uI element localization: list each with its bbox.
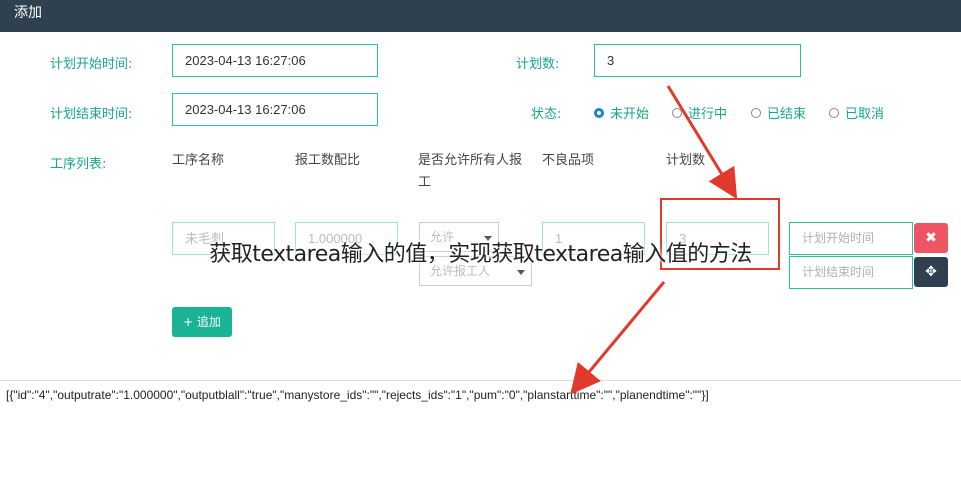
column-header-plan-count: 计划数 [666,153,706,168]
status-radio-cancelled[interactable]: 已取消 [829,103,884,122]
allow-all-select-value: 允许 [430,230,455,244]
status-radio-in-progress[interactable]: 进行中 [672,103,727,122]
ratio-input[interactable]: 1.000000 [295,222,398,255]
add-row-button[interactable]: + 追加 [172,307,232,337]
delete-row-button[interactable]: ✖ [914,223,948,253]
column-header-ratio: 报工数配比 [295,153,361,168]
plan-start-label: 计划开始时间: [50,57,133,72]
rejects-input[interactable]: 1 [542,222,645,255]
dialog-titlebar: 添加 [0,0,961,32]
plan-end-input[interactable]: 2023-04-13 16:27:06 [172,93,378,126]
result-textarea[interactable]: [{"id":"4","outputrate":"1.000000","outp… [0,380,961,491]
radio-unchecked-icon [672,107,682,118]
radio-unchecked-icon [829,107,839,118]
column-header-allow-all: 是否允许所有人报工 [418,153,523,190]
plan-count-input[interactable]: 3 [594,44,801,77]
plan-end-label: 计划结束时间: [50,107,133,122]
dialog-title: 添加 [14,5,42,21]
annotation-highlight-box [660,198,780,270]
allow-all-select[interactable]: 允许 [419,222,499,252]
move-icon: ✥ [925,264,937,280]
status-label: 状态: [531,107,562,122]
add-form [0,32,961,380]
status-option-label: 已取消 [845,107,885,122]
result-text: [{"id":"4","outputrate":"1.000000","outp… [6,388,709,402]
allowed-workers-select[interactable]: 允许报工人 [419,256,532,286]
radio-unchecked-icon [751,107,761,118]
row-plan-end-input[interactable]: 计划结束时间 [789,256,913,289]
close-icon: ✖ [925,230,937,246]
row-plan-start-input[interactable]: 计划开始时间 [789,222,913,255]
column-header-rejects: 不良品项 [542,153,595,168]
chevron-down-icon [484,236,492,241]
plan-start-input[interactable]: 2023-04-13 16:27:06 [172,44,378,77]
status-option-label: 进行中 [688,107,728,122]
status-option-label: 未开始 [610,107,650,122]
status-radio-not-started[interactable]: 未开始 [594,103,649,122]
process-list-label: 工序列表: [50,157,107,172]
process-name-input[interactable]: 未毛刺 [172,222,275,255]
status-radio-finished[interactable]: 已结束 [751,103,806,122]
move-row-button[interactable]: ✥ [914,257,948,287]
column-header-process-name: 工序名称 [172,153,225,168]
allowed-workers-value: 允许报工人 [430,264,491,278]
radio-checked-icon [594,107,604,118]
chevron-down-icon [517,270,525,275]
status-option-label: 已结束 [767,107,807,122]
plan-count-label: 计划数: [516,57,560,72]
